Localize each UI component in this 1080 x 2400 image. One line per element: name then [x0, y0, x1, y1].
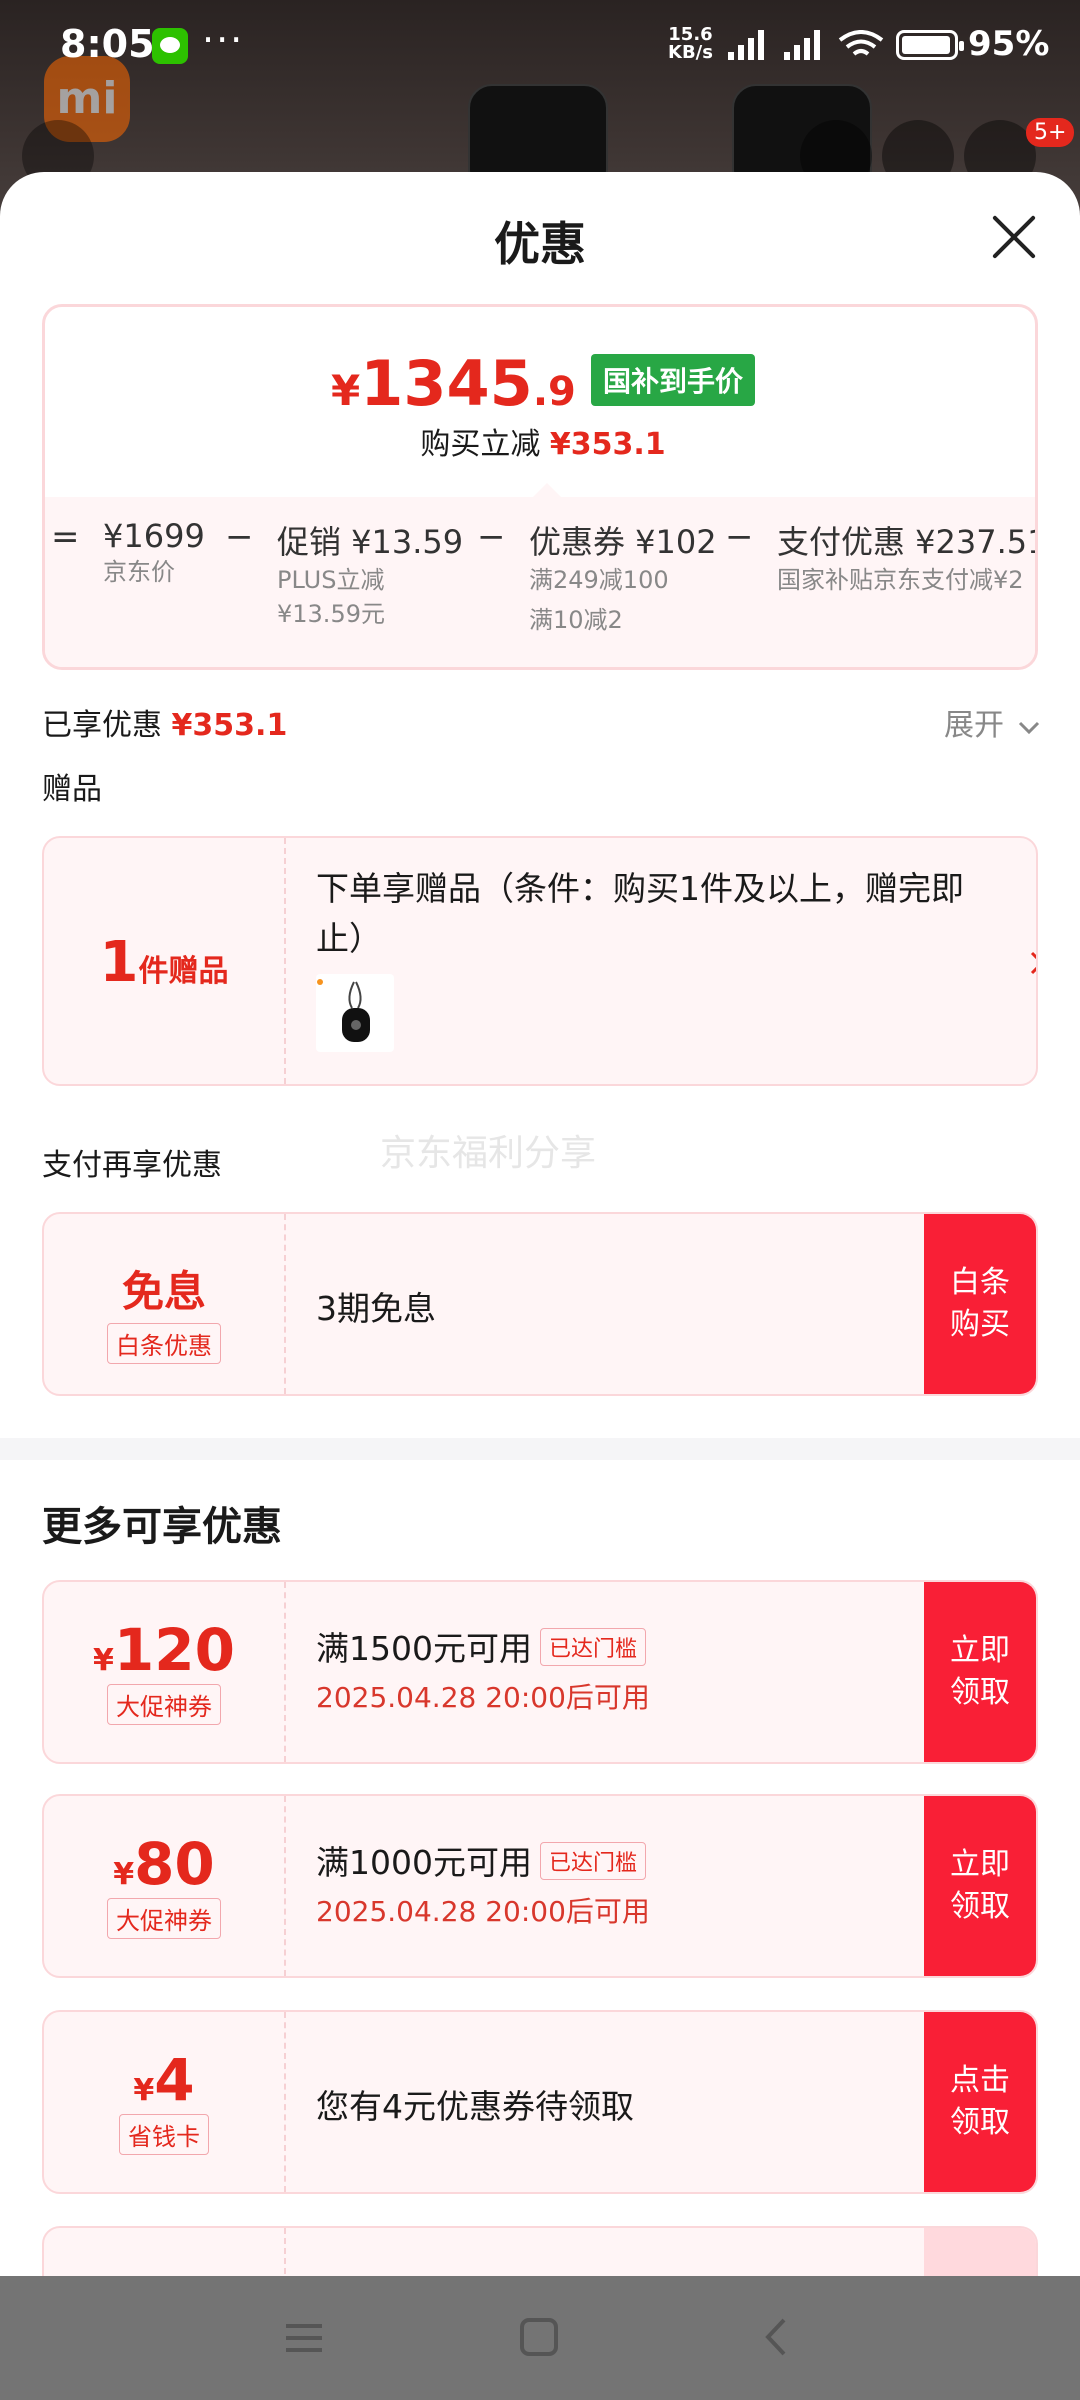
back-nav-icon[interactable]: [756, 2316, 804, 2360]
battery-percent: 95%: [968, 24, 1050, 64]
claim-coupon-button[interactable]: 点击领取: [924, 2012, 1036, 2192]
gift-thumbnail: [316, 974, 394, 1052]
network-speed: 15.6 KB/s: [668, 24, 713, 63]
notification-badge: 5+: [1026, 118, 1075, 147]
breakdown-item: − 促销 ¥13.59 PLUS立减 ¥13.59元: [225, 517, 464, 628]
gift-card[interactable]: 1件赠品 下单享赠品（条件：购买1件及以上，赠完即止）: [42, 836, 1038, 1086]
baitiao-description: 3期免息: [316, 1289, 436, 1328]
chevron-down-icon: [1018, 721, 1039, 735]
price-breakdown-row[interactable]: = ¥1699 京东价 − 促销 ¥13.59 PLUS立减 ¥13.59元 −…: [45, 483, 1038, 667]
discount-summary: 购买立减 ¥353.1: [420, 427, 666, 462]
enjoyed-discount: 已享优惠 ¥353.1: [42, 708, 288, 743]
claim-coupon-button[interactable]: 立即领取: [924, 1796, 1036, 1976]
breakdown-item: = ¥1699 京东价: [51, 517, 205, 586]
claim-coupon-button[interactable]: 立即领取: [924, 1582, 1036, 1762]
home-icon[interactable]: [516, 2316, 564, 2360]
coupon-card[interactable]: ¥4 省钱卡 您有4元优惠券待领取 点击领取: [42, 2010, 1038, 2194]
wechat-icon: [152, 28, 188, 64]
baitiao-coupon[interactable]: 免息 白条优惠 3期免息 白条购买: [42, 1212, 1038, 1396]
sheet-title: 优惠: [494, 217, 586, 271]
status-bar: 8:05 ··· 15.6 KB/s 95%: [0, 0, 1080, 96]
section-divider: [0, 1438, 1080, 1460]
coupon-card[interactable]: ¥120 大促神券 满1500元可用 已达门槛 2025.04.28 20:00后…: [42, 1580, 1038, 1764]
system-navigation-bar: [0, 2276, 1080, 2400]
breakdown-item: − 优惠券 ¥102 满249减100 满10减2: [477, 517, 717, 634]
price-breakdown-card: ¥1345.9 国补到手价 购买立减 ¥353.1 = ¥1699 京东价 − …: [42, 304, 1038, 670]
menu-icon[interactable]: [282, 2316, 330, 2360]
gift-unit: 件赠品: [138, 954, 229, 989]
status-time: 8:05: [60, 22, 155, 66]
subsidy-price-tag: 国补到手价: [590, 354, 755, 406]
watermark: 京东福利分享: [380, 1133, 597, 1174]
gift-count: 1: [99, 930, 139, 995]
gift-keychain-image: [317, 979, 370, 1042]
close-icon[interactable]: [990, 212, 1038, 260]
more-discounts-title: 更多可享优惠: [42, 1504, 282, 1550]
gift-description: 下单享赠品（条件：购买1件及以上，赠完即止）: [316, 869, 964, 958]
final-price: ¥1345.9 国补到手价: [45, 347, 1035, 420]
battery-icon: [896, 30, 964, 60]
signal-icon: [784, 30, 820, 60]
payment-section-title: 支付再享优惠: [42, 1148, 222, 1183]
wifi-icon: [838, 30, 884, 56]
breakdown-item: − 支付优惠 ¥237.51 国家补贴京东支付减¥2: [725, 517, 1038, 594]
discount-sheet: 优惠 ¥1345.9 国补到手价 购买立减 ¥353.1 = ¥1699 京东价…: [0, 172, 1080, 2276]
status-more-dots: ···: [202, 18, 245, 62]
coupon-card[interactable]: ¥80 大促神券 满1000元可用 已达门槛 2025.04.28 20:00后可…: [42, 1794, 1038, 1978]
baitiao-buy-button[interactable]: 白条购买: [924, 1214, 1036, 1394]
gift-section-title: 赠品: [42, 772, 102, 807]
coupon-card-partial[interactable]: [42, 2226, 1038, 2276]
signal-icon: [728, 30, 764, 60]
expand-button[interactable]: 展开: [944, 700, 1040, 744]
chevron-right-icon: [1030, 951, 1036, 975]
